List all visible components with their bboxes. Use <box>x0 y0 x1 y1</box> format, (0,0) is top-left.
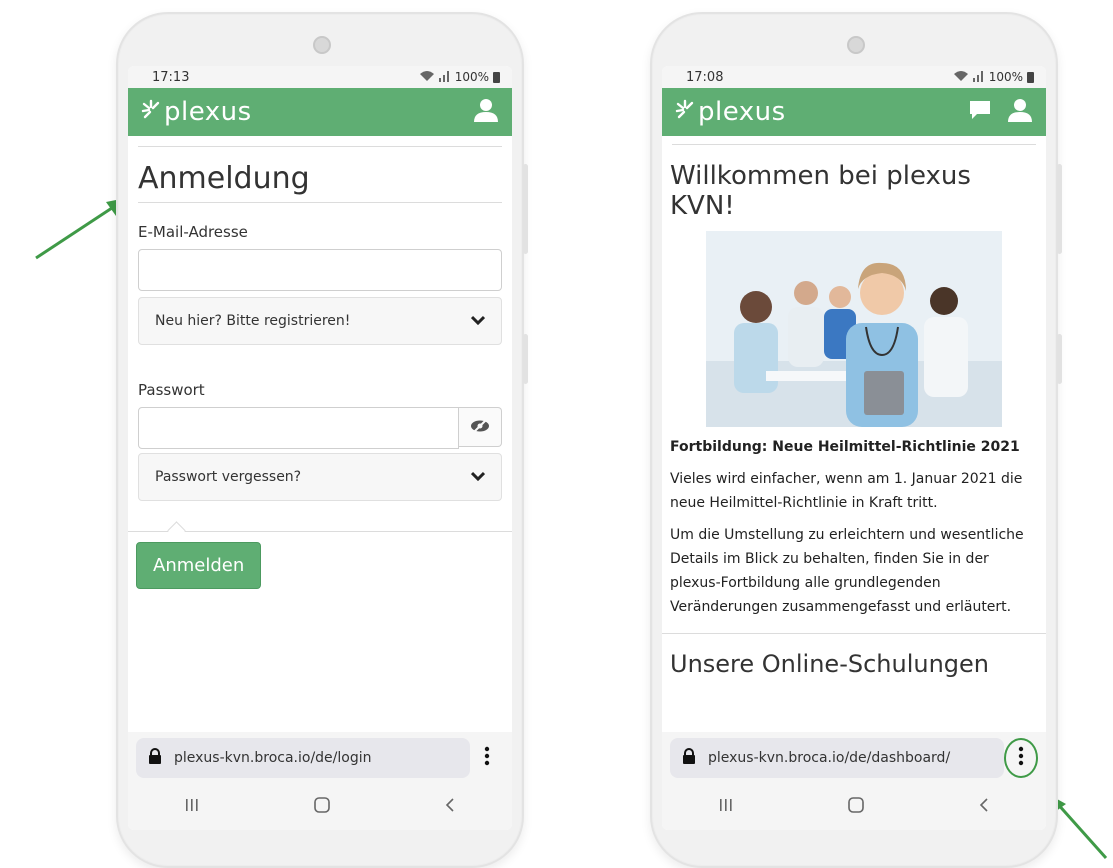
kebab-menu-highlight[interactable] <box>1004 738 1038 778</box>
phone-login: 17:13 100% plexus Anmeldung E-Mail-Adres… <box>116 12 528 868</box>
page-title: Anmeldung <box>138 161 310 196</box>
plexus-logo-mark-icon <box>140 98 162 126</box>
side-button <box>523 334 528 384</box>
url-text: plexus-kvn.broca.io/de/login <box>174 750 372 766</box>
divider <box>138 202 502 203</box>
battery-icon <box>1027 71 1034 83</box>
app-header: plexus <box>128 88 512 136</box>
password-visibility-toggle[interactable] <box>459 407 502 447</box>
password-label: Passwort <box>138 381 205 399</box>
plexus-logo[interactable]: plexus <box>674 97 786 127</box>
form-divider <box>128 531 512 532</box>
back-icon[interactable] <box>978 797 990 817</box>
side-button <box>1057 334 1062 384</box>
plexus-logo-mark-icon <box>674 98 696 126</box>
url-field[interactable]: plexus-kvn.broca.io/de/dashboard/ <box>670 738 1004 778</box>
register-toggle-label: Neu hier? Bitte registrieren! <box>155 313 351 329</box>
recent-apps-icon[interactable] <box>718 797 734 817</box>
news-paragraph: Vieles wird einfacher, wenn am 1. Januar… <box>670 471 1023 511</box>
camera-icon <box>847 36 865 54</box>
status-time: 17:13 <box>152 69 190 85</box>
forgot-password-label: Passwort vergessen? <box>155 469 302 485</box>
battery-level: 100% <box>988 70 1023 84</box>
app-header: plexus <box>662 88 1046 136</box>
phone-screen: 17:13 100% plexus Anmeldung E-Mail-Adres… <box>128 66 512 830</box>
home-icon[interactable] <box>313 796 331 818</box>
section-heading: Unsere Online-Schulungen <box>670 650 990 678</box>
wifi-icon <box>953 70 969 85</box>
email-label: E-Mail-Adresse <box>138 223 248 241</box>
status-bar: 17:08 100% <box>662 66 1046 88</box>
kebab-menu-icon <box>1018 746 1024 770</box>
status-time: 17:08 <box>686 69 724 85</box>
phone-dashboard: 17:08 100% plexus Willkommen bei plexus … <box>650 12 1062 868</box>
status-bar: 17:13 100% <box>128 66 512 88</box>
kebab-menu-icon <box>484 746 490 770</box>
plexus-logo[interactable]: plexus <box>140 97 252 127</box>
login-button[interactable]: Anmelden <box>136 542 262 589</box>
signal-icon <box>438 70 451 85</box>
welcome-heading: Willkommen bei plexus KVN! <box>670 161 971 221</box>
user-icon[interactable] <box>474 98 498 126</box>
browser-url-bar: plexus-kvn.broca.io/de/login <box>128 732 512 784</box>
register-toggle[interactable]: Neu hier? Bitte registrieren! <box>138 297 502 345</box>
news-paragraph: Um die Umstellung zu erleichtern und wes… <box>670 527 1024 615</box>
url-field[interactable]: plexus-kvn.broca.io/de/login <box>136 738 470 778</box>
password-row <box>138 407 502 449</box>
hero-image-doctors <box>706 231 1002 427</box>
android-nav-bar <box>662 784 1046 830</box>
email-field[interactable] <box>138 249 502 291</box>
forgot-password-toggle[interactable]: Passwort vergessen? <box>138 453 502 501</box>
divider <box>672 144 1036 145</box>
phone-screen: 17:08 100% plexus Willkommen bei plexus … <box>662 66 1046 830</box>
battery-icon <box>493 71 500 83</box>
lock-icon <box>148 748 162 768</box>
back-icon[interactable] <box>444 797 456 817</box>
home-icon[interactable] <box>847 796 865 818</box>
login-content: Anmeldung E-Mail-Adresse Neu hier? Bitte… <box>128 136 512 589</box>
side-button <box>523 164 528 254</box>
chevron-down-icon <box>470 469 486 485</box>
chat-icon[interactable] <box>968 99 992 125</box>
side-button <box>1057 164 1062 254</box>
dashboard-content: Willkommen bei plexus KVN! Fortbildung: … <box>662 136 1046 678</box>
password-field[interactable] <box>138 407 459 449</box>
battery-level: 100% <box>454 70 489 84</box>
eye-slash-icon <box>470 418 490 437</box>
wifi-icon <box>419 70 435 85</box>
recent-apps-icon[interactable] <box>184 797 200 817</box>
chevron-down-icon <box>470 313 486 329</box>
user-icon[interactable] <box>1008 98 1032 126</box>
brand-name: plexus <box>698 97 786 127</box>
news-title[interactable]: Fortbildung: Neue Heilmittel-Richtlinie … <box>670 439 1038 455</box>
browser-url-bar: plexus-kvn.broca.io/de/dashboard/ <box>662 732 1046 784</box>
divider <box>138 146 502 147</box>
browser-menu-button[interactable] <box>1004 738 1038 778</box>
browser-menu-button[interactable] <box>470 746 504 770</box>
android-nav-bar <box>128 784 512 830</box>
lock-icon <box>682 748 696 768</box>
camera-icon <box>313 36 331 54</box>
divider <box>662 633 1046 634</box>
signal-icon <box>972 70 985 85</box>
url-text: plexus-kvn.broca.io/de/dashboard/ <box>708 750 951 766</box>
brand-name: plexus <box>164 97 252 127</box>
